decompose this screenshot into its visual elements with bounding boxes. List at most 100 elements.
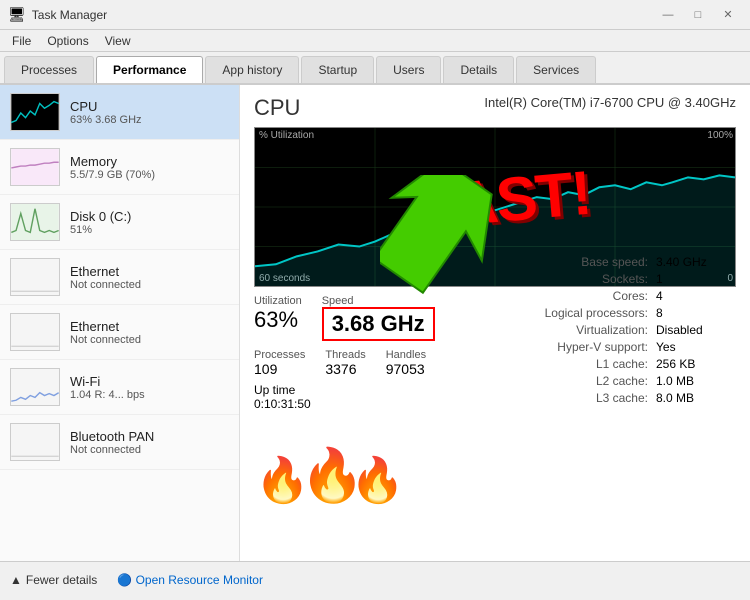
tab-processes[interactable]: Processes — [4, 56, 94, 83]
sidebar-item-btpan[interactable]: Bluetooth PAN Not connected — [0, 415, 239, 470]
info-row-l3: L3 cache: 8.0 MB — [508, 391, 736, 405]
wifi-sidebar-sub: 1.04 R: 4... bps — [70, 389, 229, 401]
sidebar-item-memory[interactable]: Memory 5.5/7.9 GB (70%) — [0, 140, 239, 195]
ethernet1-sidebar-name: Ethernet — [70, 264, 229, 279]
cpu-sidebar-sub: 63% 3.68 GHz — [70, 114, 229, 126]
tab-startup[interactable]: Startup — [301, 56, 374, 83]
btpan-sidebar-sub: Not connected — [70, 444, 229, 456]
tab-bar: Processes Performance App history Startu… — [0, 52, 750, 85]
right-panel: CPU Intel(R) Core(TM) i7-6700 CPU @ 3.40… — [240, 85, 750, 561]
tab-performance[interactable]: Performance — [96, 56, 203, 83]
sidebar-item-ethernet1[interactable]: Ethernet Not connected — [0, 250, 239, 305]
info-row-basespeed: Base speed: 3.40 GHz — [508, 255, 736, 269]
info-val-sockets: 1 — [656, 272, 736, 286]
threads-label: Threads — [325, 349, 365, 361]
tab-apphistory[interactable]: App history — [205, 56, 299, 83]
processes-value: 109 — [254, 361, 305, 377]
info-val-virtualization: Disabled — [656, 323, 736, 337]
disk-sidebar-sub: 51% — [70, 224, 229, 236]
sidebar-item-ethernet2[interactable]: Ethernet Not connected — [0, 305, 239, 360]
info-key-sockets: Sockets: — [508, 272, 648, 286]
info-val-l2: 1.0 MB — [656, 374, 736, 388]
ethernet2-sidebar-info: Ethernet Not connected — [70, 319, 229, 346]
info-row-virtualization: Virtualization: Disabled — [508, 323, 736, 337]
handles-label: Handles — [386, 349, 426, 361]
processes-stat: Processes 109 — [254, 349, 305, 377]
info-panel: Base speed: 3.40 GHz Sockets: 1 Cores: 4… — [508, 255, 736, 408]
menu-bar: File Options View — [0, 30, 750, 52]
ethernet2-thumbnail — [10, 313, 60, 351]
main-content: CPU 63% 3.68 GHz Memory 5.5/7.9 GB (70%) — [0, 85, 750, 561]
info-row-l1: L1 cache: 256 KB — [508, 357, 736, 371]
info-val-basespeed: 3.40 GHz — [656, 255, 736, 269]
cpu-model-label: Intel(R) Core(TM) i7-6700 CPU @ 3.40GHz — [484, 95, 736, 110]
open-resource-label: Open Resource Monitor — [136, 573, 263, 587]
cpu-thumbnail — [10, 93, 60, 131]
handles-stat: Handles 97053 — [386, 349, 426, 377]
info-row-cores: Cores: 4 — [508, 289, 736, 303]
disk-sidebar-name: Disk 0 (C:) — [70, 209, 229, 224]
info-val-l1: 256 KB — [656, 357, 736, 371]
cpu-panel-title: CPU — [254, 95, 300, 121]
sidebar-item-cpu[interactable]: CPU 63% 3.68 GHz — [0, 85, 239, 140]
fewer-details-button[interactable]: ▲ Fewer details — [10, 573, 97, 587]
tab-services[interactable]: Services — [516, 56, 596, 83]
maximize-button[interactable]: □ — [684, 4, 712, 26]
close-button[interactable]: ✕ — [714, 4, 742, 26]
menu-options[interactable]: Options — [39, 32, 96, 50]
threads-stat: Threads 3376 — [325, 349, 365, 377]
memory-sidebar-sub: 5.5/7.9 GB (70%) — [70, 169, 229, 181]
threads-value: 3376 — [325, 361, 365, 377]
info-val-l3: 8.0 MB — [656, 391, 736, 405]
menu-file[interactable]: File — [4, 32, 39, 50]
chevron-up-icon: ▲ — [10, 573, 22, 587]
info-key-basespeed: Base speed: — [508, 255, 648, 269]
cpu-sidebar-info: CPU 63% 3.68 GHz — [70, 99, 229, 126]
ethernet1-sidebar-sub: Not connected — [70, 279, 229, 291]
cpu-header: CPU Intel(R) Core(TM) i7-6700 CPU @ 3.40… — [254, 95, 736, 121]
ethernet1-sidebar-info: Ethernet Not connected — [70, 264, 229, 291]
memory-thumbnail — [10, 148, 60, 186]
info-key-l2: L2 cache: — [508, 374, 648, 388]
wifi-sidebar-info: Wi-Fi 1.04 R: 4... bps — [70, 374, 229, 401]
cpu-sidebar-name: CPU — [70, 99, 229, 114]
title-bar: 🖥 Task Manager — □ ✕ — [0, 0, 750, 30]
memory-sidebar-info: Memory 5.5/7.9 GB (70%) — [70, 154, 229, 181]
ethernet2-sidebar-sub: Not connected — [70, 334, 229, 346]
disk-thumbnail — [10, 203, 60, 241]
info-key-virtualization: Virtualization: — [508, 323, 648, 337]
info-key-l1: L1 cache: — [508, 357, 648, 371]
fewer-details-label: Fewer details — [26, 573, 97, 587]
sidebar: CPU 63% 3.68 GHz Memory 5.5/7.9 GB (70%) — [0, 85, 240, 561]
speed-box: 3.68 GHz — [322, 307, 435, 341]
info-key-hyperv: Hyper-V support: — [508, 340, 648, 354]
btpan-sidebar-info: Bluetooth PAN Not connected — [70, 429, 229, 456]
ethernet2-sidebar-name: Ethernet — [70, 319, 229, 334]
speed-value: 3.68 GHz — [332, 311, 425, 337]
info-val-logical: 8 — [656, 306, 736, 320]
window-title: Task Manager — [32, 8, 107, 22]
info-key-l3: L3 cache: — [508, 391, 648, 405]
btpan-thumbnail — [10, 423, 60, 461]
sidebar-item-disk[interactable]: Disk 0 (C:) 51% — [0, 195, 239, 250]
disk-sidebar-info: Disk 0 (C:) 51% — [70, 209, 229, 236]
utilization-stat: Utilization 63% — [254, 295, 302, 333]
fire-icon-1: 🔥 — [255, 454, 310, 506]
bottom-bar: ▲ Fewer details 🔵 Open Resource Monitor — [0, 561, 750, 597]
wifi-sidebar-name: Wi-Fi — [70, 374, 229, 389]
tab-users[interactable]: Users — [376, 56, 441, 83]
handles-value: 97053 — [386, 361, 426, 377]
memory-sidebar-name: Memory — [70, 154, 229, 169]
sidebar-item-wifi[interactable]: Wi-Fi 1.04 R: 4... bps — [0, 360, 239, 415]
processes-label: Processes — [254, 349, 305, 361]
open-resource-monitor-link[interactable]: 🔵 Open Resource Monitor — [117, 573, 263, 587]
utilization-value: 63% — [254, 307, 302, 333]
resource-monitor-link-icon: 🔵 — [117, 573, 132, 587]
menu-view[interactable]: View — [97, 32, 139, 50]
info-val-cores: 4 — [656, 289, 736, 303]
tab-details[interactable]: Details — [443, 56, 514, 83]
minimize-button[interactable]: — — [654, 4, 682, 26]
info-row-hyperv: Hyper-V support: Yes — [508, 340, 736, 354]
window-controls: — □ ✕ — [654, 4, 742, 26]
info-row-sockets: Sockets: 1 — [508, 272, 736, 286]
